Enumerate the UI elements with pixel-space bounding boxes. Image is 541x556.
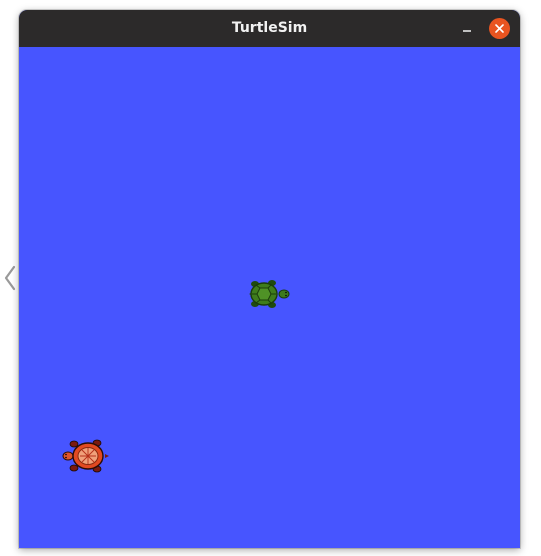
close-button[interactable] — [489, 18, 510, 39]
minimize-button[interactable] — [457, 19, 477, 39]
turtle-green-icon — [249, 280, 290, 308]
title-bar[interactable]: TurtleSim — [19, 10, 520, 47]
turtle-canvas[interactable] — [19, 47, 520, 548]
window-title: TurtleSim — [231, 20, 308, 36]
close-icon — [495, 24, 504, 33]
turtle-red-icon — [62, 439, 109, 473]
minimize-icon — [463, 30, 471, 32]
turtlesim-window: TurtleSim — [19, 10, 520, 548]
chevron-left-icon[interactable] — [3, 265, 17, 291]
